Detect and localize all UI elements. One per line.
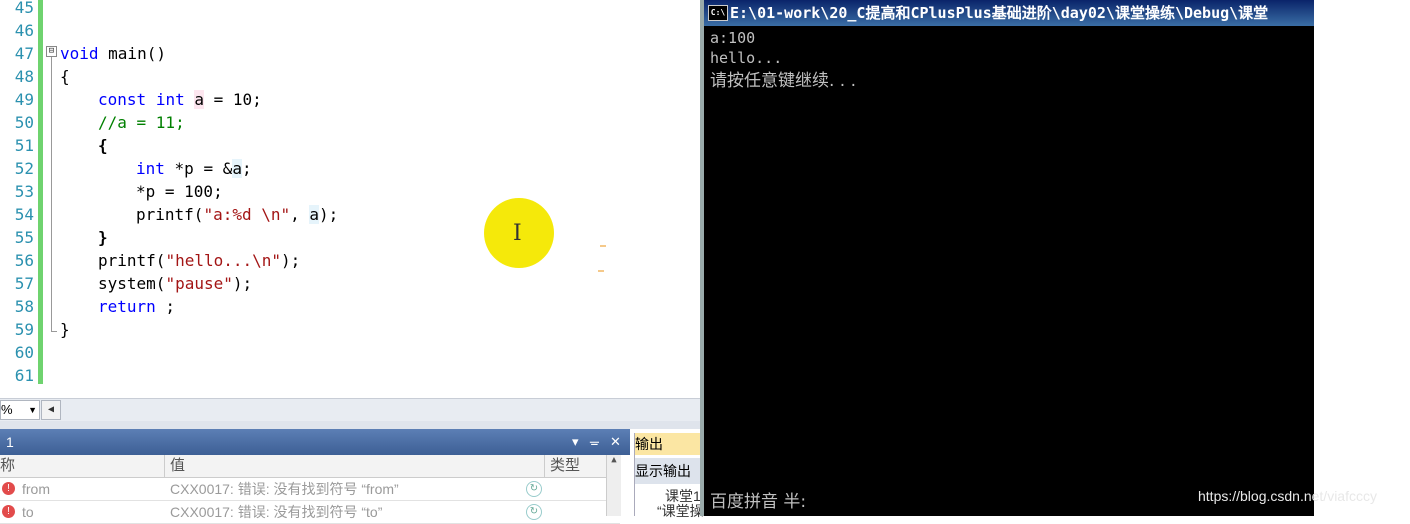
line-number: 46 xyxy=(14,21,34,40)
console-output-line: hello... xyxy=(710,49,783,67)
code-line-49: const int a = 10; xyxy=(98,90,262,109)
collapse-icon[interactable]: ⊟ xyxy=(46,46,57,57)
watch-row-name: from xyxy=(22,481,50,497)
watch-column-header: 称 值 类型 xyxy=(0,455,620,478)
column-value[interactable]: 值 xyxy=(164,455,545,477)
fold-guide-end xyxy=(51,331,57,332)
line-number: 52 xyxy=(14,159,34,178)
console-title-bar[interactable]: C:\ E:\01-work\20_C提高和CPlusPlus基础进阶\day0… xyxy=(704,0,1318,26)
close-icon[interactable]: ✕ xyxy=(610,429,621,455)
watch-row[interactable]: ! from CXX0017: 错误: 没有找到符号 “from” ↻ xyxy=(0,478,620,501)
chevron-down-icon: ▼ xyxy=(28,405,37,415)
tab-output[interactable]: 输出 xyxy=(635,433,705,455)
line-number: 57 xyxy=(14,274,34,293)
console-output-line: 请按任意键继续. . . xyxy=(710,71,857,91)
show-output-label: 显示输出 xyxy=(635,458,705,484)
error-icon: ! xyxy=(2,505,15,518)
editor-scrollbar[interactable]: % ▼ ◀ xyxy=(0,398,700,421)
code-line-47: void main() xyxy=(60,44,166,63)
watch-scrollbar[interactable]: ▲ xyxy=(606,455,621,516)
console-output-line: a:100 xyxy=(710,29,756,47)
code-line-51: { xyxy=(98,136,108,155)
watch-title-bar: 1 ▾ ᚚ ✕ xyxy=(0,429,630,455)
code-line-48: { xyxy=(60,67,70,86)
code-line-58: return ; xyxy=(98,297,176,316)
error-icon: ! xyxy=(2,482,15,495)
line-number: 50 xyxy=(14,113,34,132)
code-line-52: int *p = &a; xyxy=(136,159,252,178)
line-number-gutter: 45 46 47 48 49 50 51 52 53 54 55 56 57 5… xyxy=(0,0,38,398)
refresh-icon[interactable]: ↻ xyxy=(526,504,542,520)
zoom-dropdown[interactable]: % ▼ xyxy=(0,400,40,420)
console-icon: C:\ xyxy=(708,5,728,21)
background-margin xyxy=(1314,0,1410,516)
ime-status: 百度拼音 半: xyxy=(710,492,807,512)
fold-guide xyxy=(51,57,52,331)
line-number: 45 xyxy=(14,0,34,17)
code-line-57: system("pause"); xyxy=(98,274,253,293)
watermark: https://blog.csdn.net/viafcccy xyxy=(1198,488,1377,504)
console-title: E:\01-work\20_C提高和CPlusPlus基础进阶\day02\课堂… xyxy=(730,4,1269,22)
line-number: 60 xyxy=(14,343,34,362)
watch-row[interactable]: ! to CXX0017: 错误: 没有找到符号 “to” ↻ xyxy=(0,501,620,524)
code-line-50: //a = 11; xyxy=(98,113,185,132)
code-line-53: *p = 100; xyxy=(136,182,223,201)
line-number: 48 xyxy=(14,67,34,86)
line-number: 56 xyxy=(14,251,34,270)
watch-window: 1 ▾ ᚚ ✕ 称 值 类型 ! from CXX0017: 错误: 没有找到符… xyxy=(0,429,630,524)
line-number: 49 xyxy=(14,90,34,109)
watch-row-name: to xyxy=(22,504,34,520)
code-line-54: printf("a:%d \n", a); xyxy=(136,205,339,224)
column-name[interactable]: 称 xyxy=(0,455,165,477)
line-number: 61 xyxy=(14,366,34,385)
scroll-left-button[interactable]: ◀ xyxy=(41,400,61,420)
code-line-55: } xyxy=(98,228,108,247)
code-editor[interactable]: 45 46 47 48 49 50 51 52 53 54 55 56 57 5… xyxy=(0,0,700,398)
console-window[interactable]: C:\ E:\01-work\20_C提高和CPlusPlus基础进阶\day0… xyxy=(700,0,1318,516)
column-type[interactable]: 类型 xyxy=(544,455,604,477)
watch-row-value: CXX0017: 错误: 没有找到符号 “to” xyxy=(170,504,383,520)
change-tracking-bar xyxy=(38,0,43,384)
line-number: 59 xyxy=(14,320,34,339)
artifact-mark xyxy=(600,245,606,247)
panel-splitter[interactable] xyxy=(0,421,700,429)
output-line: “课堂操 xyxy=(657,503,704,519)
refresh-icon[interactable]: ↻ xyxy=(526,481,542,497)
line-number: 55 xyxy=(14,228,34,247)
code-line-56: printf("hello...\n"); xyxy=(98,251,301,270)
line-number: 54 xyxy=(14,205,34,224)
line-number: 58 xyxy=(14,297,34,316)
code-line-59: } xyxy=(60,320,70,339)
line-number: 53 xyxy=(14,182,34,201)
window-position-icon[interactable]: ▾ xyxy=(572,429,579,455)
watch-row-value: CXX0017: 错误: 没有找到符号 “from” xyxy=(170,481,399,497)
watch-title: 1 xyxy=(6,434,14,450)
line-number: 47 xyxy=(14,44,34,63)
artifact-mark xyxy=(598,270,604,272)
pin-icon[interactable]: ᚚ xyxy=(590,429,599,455)
ibeam-cursor-icon: I xyxy=(513,221,522,246)
line-number: 51 xyxy=(14,136,34,155)
output-pane: 输出 显示输出 课堂1 “课堂操 xyxy=(634,433,705,519)
